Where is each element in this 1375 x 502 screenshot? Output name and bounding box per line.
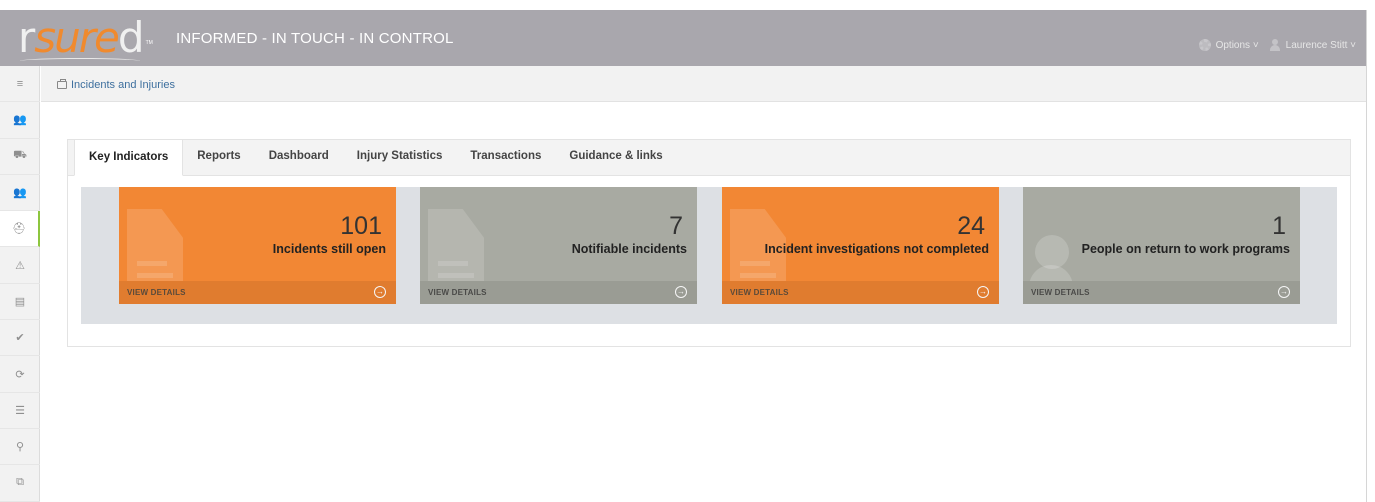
tile-label: Notifiable incidents [571,242,687,256]
options-label: Options ˅ [1215,39,1259,51]
rsured-logo[interactable]: r sure d TM [18,12,153,60]
view-details-label: VIEW DETAILS [127,288,186,297]
sidebar-item-locations[interactable]: ⚲ [0,429,40,466]
tile-label: Incident investigations not completed [764,242,989,256]
tile-notifiable-incidents[interactable]: 7 Notifiable incidents VIEW DETAILS → [420,187,697,304]
tile-return-to-work[interactable]: 1 People on return to work programs VIEW… [1023,187,1300,304]
arrow-circle-right-icon: → [1278,286,1290,298]
logo-r: r [18,13,35,62]
users-icon: 👥 [13,114,27,127]
sidebar-item-incidents[interactable]: ⛑ [0,211,40,248]
view-details-label: VIEW DETAILS [428,288,487,297]
gear-icon [1198,39,1211,51]
tab-dashboard[interactable]: Dashboard [255,139,343,175]
arrow-circle-right-icon: → [977,286,989,298]
sidebar-item-menu[interactable]: ≡ [0,66,40,103]
view-details-link[interactable]: VIEW DETAILS → [1023,281,1300,304]
key-indicators-panel: Key Indicators Reports Dashboard Injury … [67,139,1351,347]
first-aid-kit-icon [57,79,67,89]
sidebar-item-groups[interactable]: 👥 [0,175,40,212]
tile-incidents-still-open[interactable]: 101 Incidents still open VIEW DETAILS → [119,187,396,304]
copy-icon: ⧉ [16,476,24,489]
group-icon: 👥 [13,187,27,200]
page-right-border [1366,10,1367,502]
tile-value: 7 [669,212,683,240]
view-details-label: VIEW DETAILS [730,288,789,297]
sidebar-item-lists[interactable]: ☰ [0,393,40,429]
tile-label: Incidents still open [272,242,386,256]
user-menu[interactable]: Laurence Stitt ˅ [1269,39,1356,51]
warning-icon: ⚠ [15,259,25,272]
tab-reports[interactable]: Reports [183,139,254,175]
tab-guidance-links[interactable]: Guidance & links [555,139,676,175]
refresh-icon: ⟳ [15,368,25,381]
tile-investigations-not-completed[interactable]: 24 Incident investigations not completed… [722,187,999,304]
user-name: Laurence Stitt ˅ [1285,39,1356,51]
location-icon: ⚲ [15,441,25,454]
tile-label: People on return to work programs [1081,242,1290,256]
sidebar-item-vehicles[interactable]: ⛟ [0,139,40,175]
tagline: INFORMED - IN TOUCH - IN CONTROL [176,30,454,47]
breadcrumb-bar: Incidents and Injuries [41,66,1366,102]
sidebar-item-tasks[interactable]: ✔ [0,320,40,357]
sidebar-item-sync[interactable]: ⟳ [0,356,40,393]
logo-sure: sure [34,13,120,62]
header-actions: Options ˅ Laurence Stitt ˅ [1198,39,1356,51]
indicator-tiles: 101 Incidents still open VIEW DETAILS → … [81,187,1337,324]
view-details-link[interactable]: VIEW DETAILS → [119,281,396,304]
arrow-circle-right-icon: → [374,286,386,298]
logo-swoosh [20,58,140,64]
view-details-link[interactable]: VIEW DETAILS → [420,281,697,304]
menu-icon: ≡ [16,77,24,90]
list-icon: ☰ [15,404,25,417]
options-menu[interactable]: Options ˅ [1198,39,1259,51]
tile-value: 24 [957,212,985,240]
sidebar-item-users[interactable]: 👥 [0,102,40,139]
sidebar-item-copy[interactable]: ⧉ [0,465,40,502]
logo-d: d [117,13,145,62]
tile-value: 101 [340,212,382,240]
arrow-circle-right-icon: → [675,286,687,298]
tab-key-indicators[interactable]: Key Indicators [74,139,184,176]
document-icon: ▤ [14,295,26,308]
tab-injury-statistics[interactable]: Injury Statistics [343,139,457,175]
sidebar-item-hazards[interactable]: ⚠ [0,247,40,284]
truck-icon: ⛟ [13,149,27,162]
view-details-link[interactable]: VIEW DETAILS → [722,281,999,304]
logo-trademark: TM [145,40,153,46]
tab-bar: Key Indicators Reports Dashboard Injury … [68,139,1350,176]
tab-transactions[interactable]: Transactions [456,139,555,175]
user-icon [1269,39,1281,51]
sidebar: ≡ 👥 ⛟ 👥 ⛑ ⚠ ▤ ✔ ⟳ ☰ ⚲ ⧉ [0,66,40,502]
tile-value: 1 [1272,212,1286,240]
first-aid-kit-icon: ⛑ [12,223,26,236]
checkmark-icon: ✔ [15,332,25,345]
breadcrumb[interactable]: Incidents and Injuries [57,79,175,91]
breadcrumb-label: Incidents and Injuries [71,79,175,91]
view-details-label: VIEW DETAILS [1031,288,1090,297]
sidebar-item-documents[interactable]: ▤ [0,284,40,321]
app-header: r sure d TM INFORMED - IN TOUCH - IN CONTRO… [0,10,1366,66]
